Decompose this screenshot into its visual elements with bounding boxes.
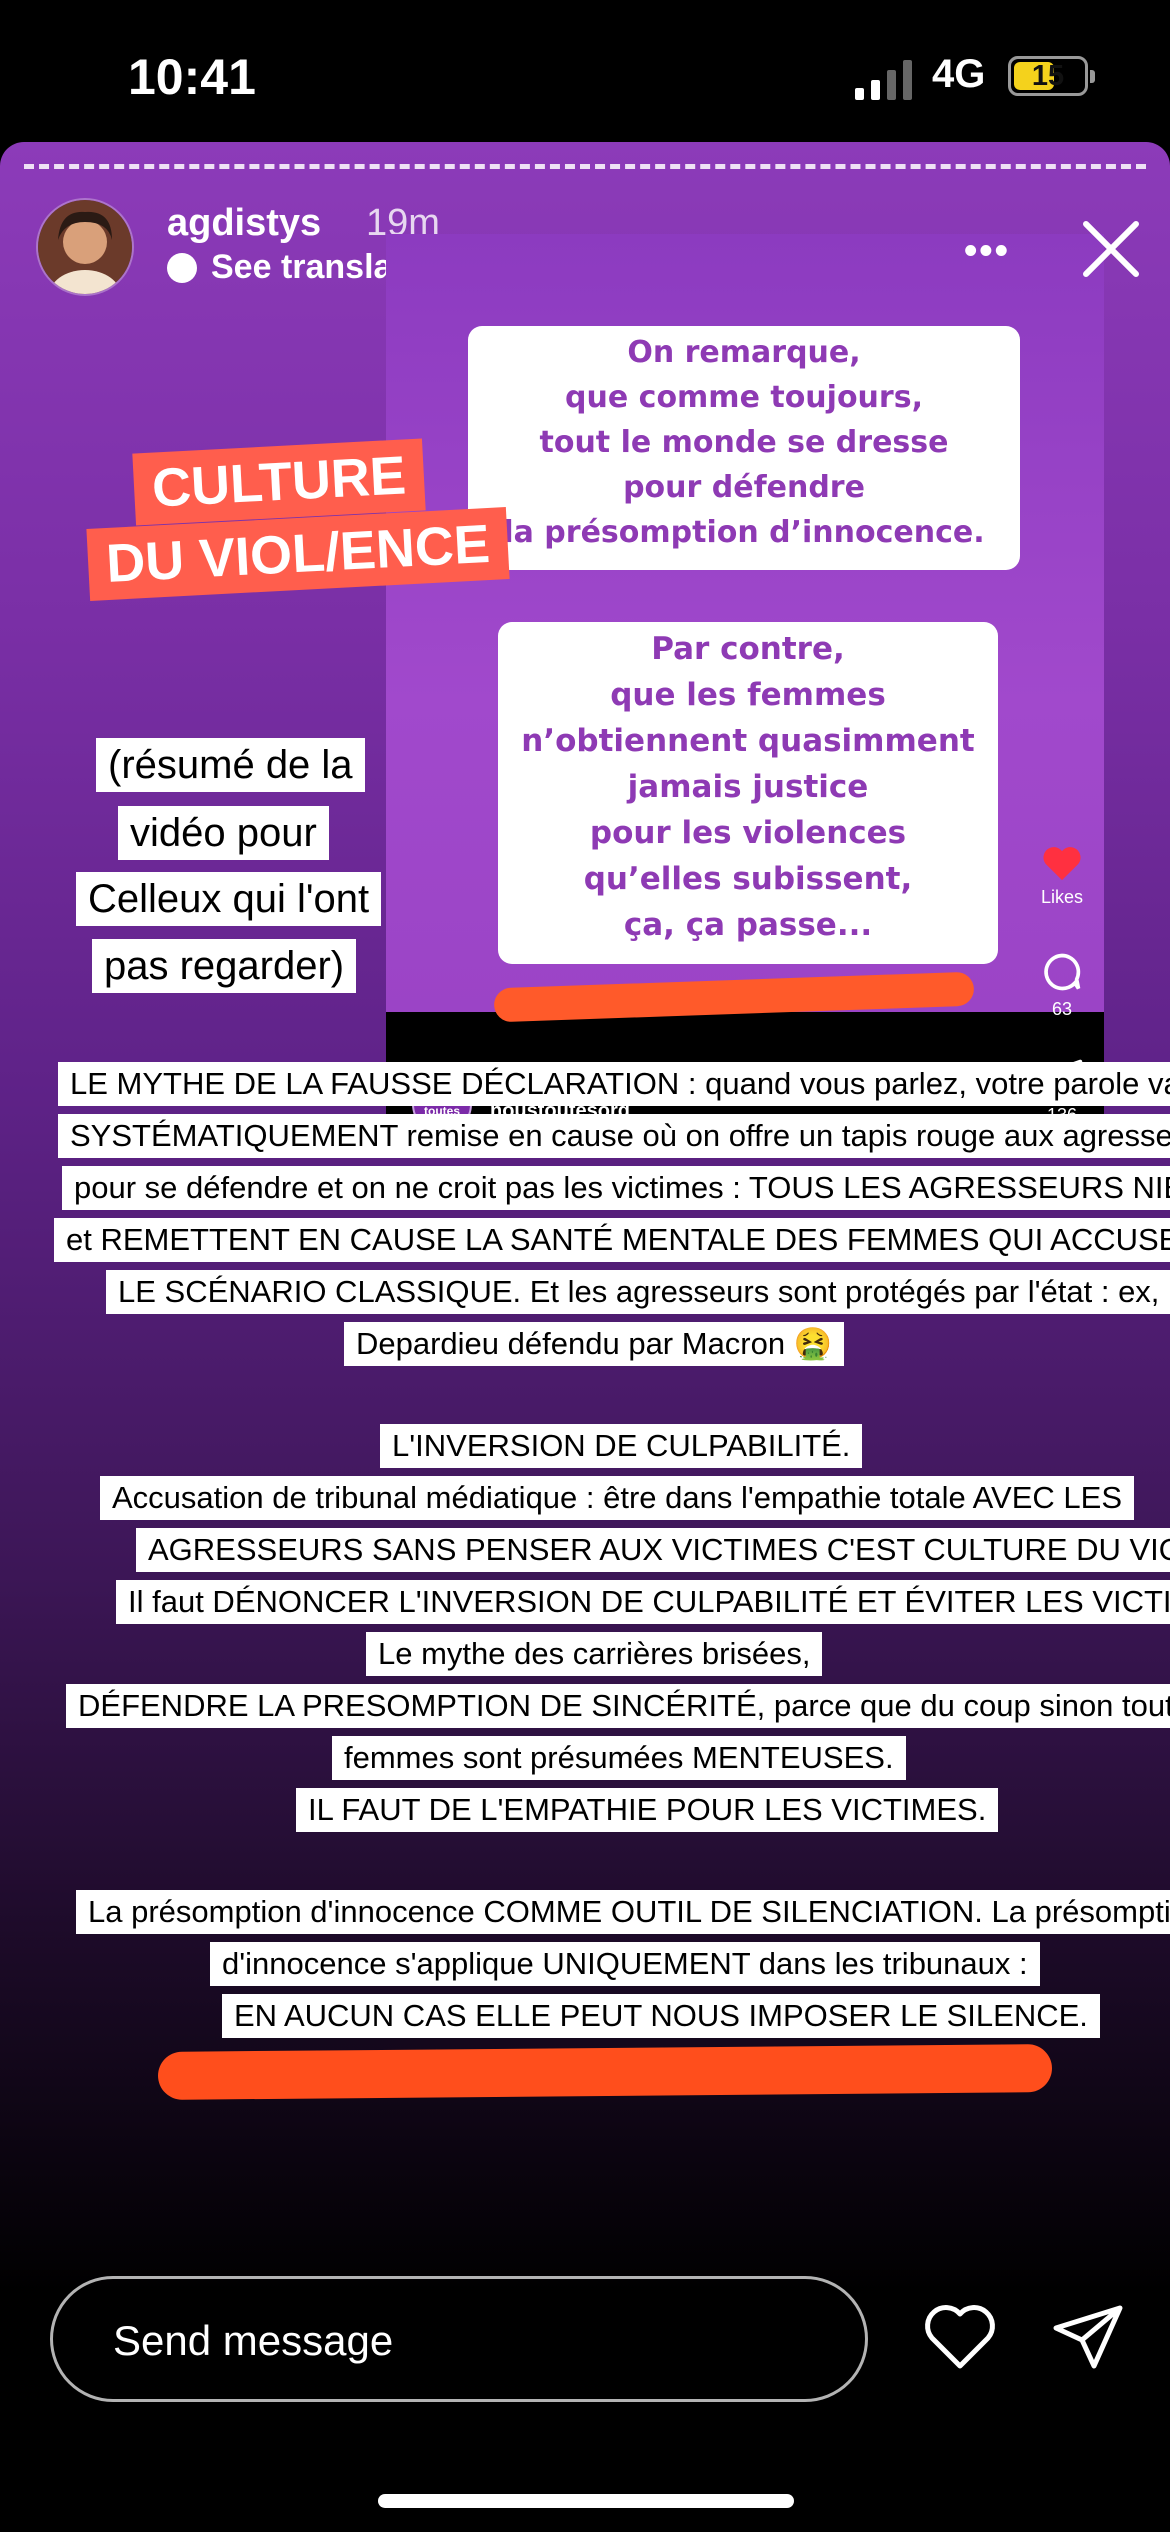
story-username[interactable]: agdistys [167, 202, 321, 245]
status-time: 10:41 [128, 49, 256, 105]
more-icon[interactable]: ••• [964, 230, 1010, 273]
paragraph1-line: et REMETTENT EN CAUSE LA SANTÉ MENTALE D… [54, 1218, 1170, 1262]
resume-line: (résumé de la [96, 738, 365, 792]
panel2-line: n’obtiennent quasimment [521, 723, 975, 759]
paragraph3-line: La présomption d'innocence COMME OUTIL D… [76, 1890, 1170, 1934]
message-placeholder: Send message [113, 2317, 394, 2364]
comment-icon [1044, 953, 1081, 991]
signal-icon [855, 60, 912, 100]
paragraph2-line: Il faut DÉNONCER L'INVERSION DE CULPABIL… [116, 1580, 1170, 1624]
panel1-line: tout le monde se dresse [539, 425, 949, 460]
close-icon[interactable] [1074, 212, 1148, 286]
paragraph1-line: Depardieu défendu par Macron 🤮 [344, 1322, 845, 1366]
panel1-line: pour défendre [623, 470, 865, 505]
paragraph1-line: SYSTÉMATIQUEMENT remise en cause où on o… [58, 1114, 1170, 1158]
comments-count: 63 [1051, 999, 1073, 1019]
home-indicator [378, 2494, 794, 2508]
panel2-line: que les femmes [610, 677, 886, 713]
paragraph1-line: pour se défendre et on ne croit pas les … [62, 1166, 1170, 1210]
likes-label: Likes [1040, 887, 1084, 907]
paragraph2-line: femmes sont présumées MENTEUSES. [332, 1736, 906, 1780]
story-progress-bar [24, 164, 1146, 169]
panel2-line: qu’elles subissent, [583, 861, 913, 897]
paragraph1-line: LE MYTHE DE LA FAUSSE DÉCLARATION : quan… [58, 1062, 1170, 1106]
paragraph3-line: d'innocence s'applique UNIQUEMENT dans l… [210, 1942, 1040, 1986]
resume-line: vidéo pour [118, 806, 329, 860]
panel1-line: que comme toujours, [565, 380, 923, 415]
highlight-stroke [157, 2044, 1053, 2100]
reel-comment-button[interactable]: 63 [1022, 950, 1102, 1020]
embedded-reel[interactable]: On remarque, que comme toujours, tout le… [386, 234, 1104, 1154]
reel-like-button[interactable]: Likes [1022, 842, 1102, 908]
panel1-line: On remarque, [627, 335, 861, 370]
paragraph2-line: AGRESSEURS SANS PENSER AUX VICTIMES C'ES… [136, 1528, 1170, 1572]
paragraph2-line: DÉFENDRE LA PRESOMPTION DE SINCÉRITÉ, pa… [66, 1684, 1170, 1728]
panel2-line: ça, ça passe... [623, 907, 873, 943]
paragraph2-line: Accusation de tribunal médiatique : être… [100, 1476, 1134, 1520]
panel2-line: pour les violences [589, 815, 907, 851]
battery-icon: 15 [1008, 56, 1095, 96]
send-message-input[interactable]: Send message [50, 2276, 868, 2402]
panel2-line: Par contre, [651, 631, 845, 667]
panel1-line: la présomption d’innocence. [503, 515, 985, 550]
culture-tag-line1: CULTURE [132, 438, 426, 526]
panel2-line: jamais justice [627, 769, 869, 805]
paragraph1-line: LE SCÉNARIO CLASSIQUE. Et les agresseurs… [106, 1270, 1170, 1314]
reel-text-panel-1: On remarque, que comme toujours, tout le… [468, 326, 1020, 570]
battery-level: 15 [1031, 60, 1065, 92]
paragraph2-line: IL FAUT DE L'EMPATHIE POUR LES VICTIMES. [296, 1788, 999, 1832]
paragraph2-line: L'INVERSION DE CULPABILITÉ. [380, 1424, 863, 1468]
story-view[interactable]: agdistys 19m See translation On remarque… [0, 142, 1170, 2532]
heart-icon[interactable] [922, 2302, 998, 2372]
resume-line: pas regarder) [92, 939, 357, 993]
paragraph3-line: EN AUCUN CAS ELLE PEUT NOUS IMPOSER LE S… [222, 1994, 1100, 2038]
paragraph2-line: Le mythe des carrières brisées, [366, 1632, 823, 1676]
translate-icon [167, 252, 197, 283]
reel-text-panel-2: Par contre, que les femmes n’obtiennent … [498, 622, 998, 964]
send-icon[interactable] [1050, 2302, 1126, 2372]
resume-line: Celleux qui l'ont [76, 872, 382, 926]
status-bar: 10:41 4G 15 [0, 0, 1170, 150]
avatar[interactable] [36, 198, 134, 296]
heart-icon [1043, 847, 1081, 881]
network-type: 4G [932, 52, 986, 96]
